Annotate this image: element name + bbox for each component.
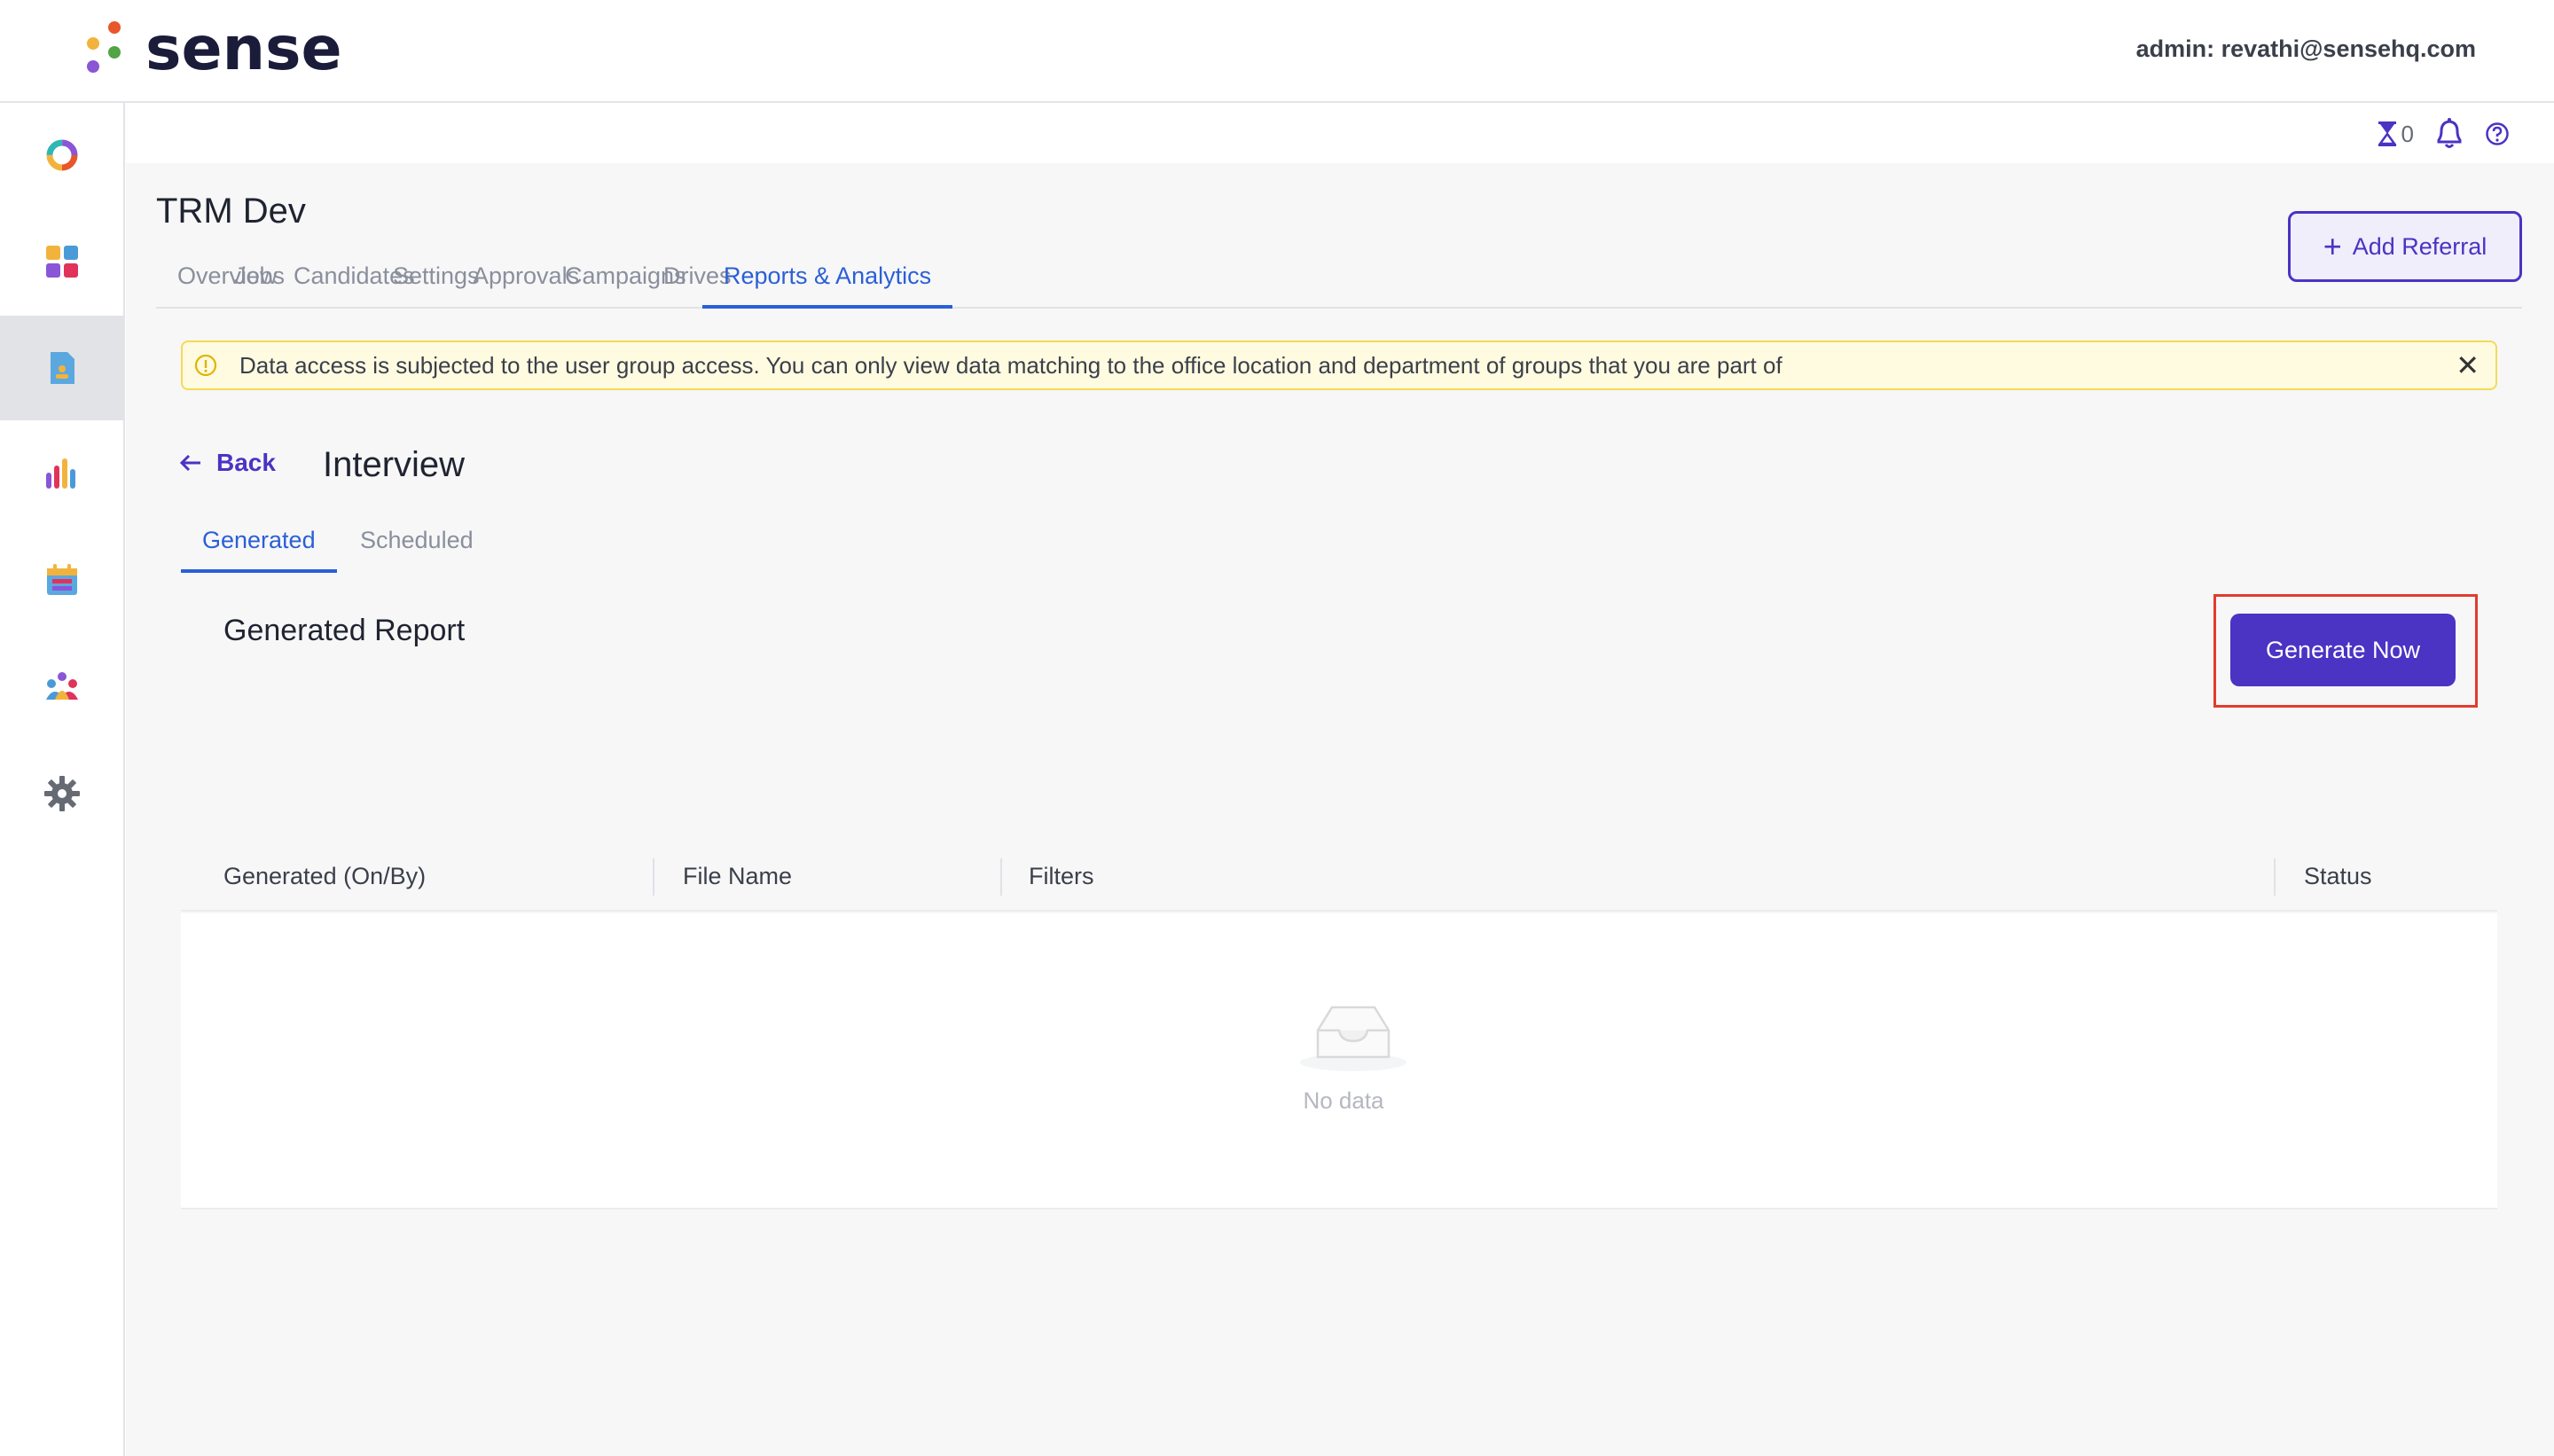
- access-info-banner: Data access is subjected to the user gro…: [181, 341, 2497, 390]
- hourglass-icon: [2378, 121, 2396, 146]
- sidebar-item-calendar[interactable]: [0, 528, 124, 633]
- column-file-name[interactable]: File Name: [683, 841, 792, 912]
- arrow-left-icon: [179, 454, 200, 472]
- empty-inbox-icon: [1300, 1006, 1406, 1071]
- banner-message: Data access is subjected to the user gro…: [239, 351, 1782, 379]
- page-title: Interview: [323, 445, 466, 484]
- column-status[interactable]: Status: [2304, 841, 2372, 912]
- close-icon[interactable]: ✕: [2456, 351, 2480, 380]
- top-header: sense admin: revathi@sensehq.com: [0, 0, 2554, 103]
- pending-count: 0: [2401, 120, 2414, 147]
- table-body: No data: [181, 913, 2497, 1209]
- help-icon[interactable]: [2485, 121, 2510, 146]
- dashboard-icon: [46, 246, 78, 278]
- column-divider: [2274, 858, 2276, 896]
- analytics-icon: [46, 458, 75, 489]
- column-generated-on-by[interactable]: Generated (On/By): [223, 841, 426, 912]
- tab-scheduled[interactable]: Scheduled: [339, 518, 495, 573]
- report-subtabs: Generated Scheduled: [181, 518, 553, 575]
- brand-name: sense: [145, 14, 342, 84]
- utility-bar: 0: [126, 105, 2554, 163]
- admin-account[interactable]: admin: revathi@sensehq.com: [2136, 35, 2476, 63]
- settings-icon: [44, 776, 80, 811]
- sidebar: [0, 103, 125, 1456]
- info-icon: [194, 354, 217, 377]
- sidebar-item-reports[interactable]: [0, 316, 124, 420]
- empty-state-text: No data: [1303, 1087, 1384, 1114]
- donut-icon: [46, 139, 78, 171]
- sidebar-item-home[interactable]: [0, 103, 124, 207]
- back-button[interactable]: Back: [177, 449, 276, 477]
- report-icon: [51, 352, 74, 384]
- bell-icon[interactable]: [2433, 117, 2465, 151]
- table-header: Generated (On/By) File Name Filters Stat…: [181, 841, 2497, 912]
- project-title: TRM Dev: [156, 192, 306, 231]
- sidebar-item-settings[interactable]: [0, 741, 124, 846]
- sidebar-item-team[interactable]: [0, 635, 124, 740]
- back-label: Back: [216, 449, 276, 476]
- pending-jobs[interactable]: 0: [2377, 121, 2414, 148]
- project-tabs: Overview Jobs Candidates Settings Approv…: [156, 254, 2522, 309]
- calendar-icon: [47, 564, 77, 595]
- main-content: 0 TRM Dev + Add Referral Overview Jobs C…: [126, 105, 2554, 1456]
- generated-report-heading: Generated Report: [223, 614, 466, 647]
- team-icon: [46, 672, 78, 700]
- sidebar-item-analytics[interactable]: [0, 422, 124, 527]
- column-divider: [653, 858, 654, 896]
- column-filters[interactable]: Filters: [1029, 841, 1094, 912]
- sidebar-item-dashboard[interactable]: [0, 209, 124, 314]
- logo-dots-icon: [82, 16, 135, 87]
- column-divider: [1000, 858, 1002, 896]
- tab-generated[interactable]: Generated: [181, 518, 337, 573]
- brand-logo[interactable]: sense: [82, 16, 342, 87]
- generate-now-button[interactable]: Generate Now: [2230, 614, 2456, 686]
- tab-reports-analytics[interactable]: Reports & Analytics: [702, 254, 953, 309]
